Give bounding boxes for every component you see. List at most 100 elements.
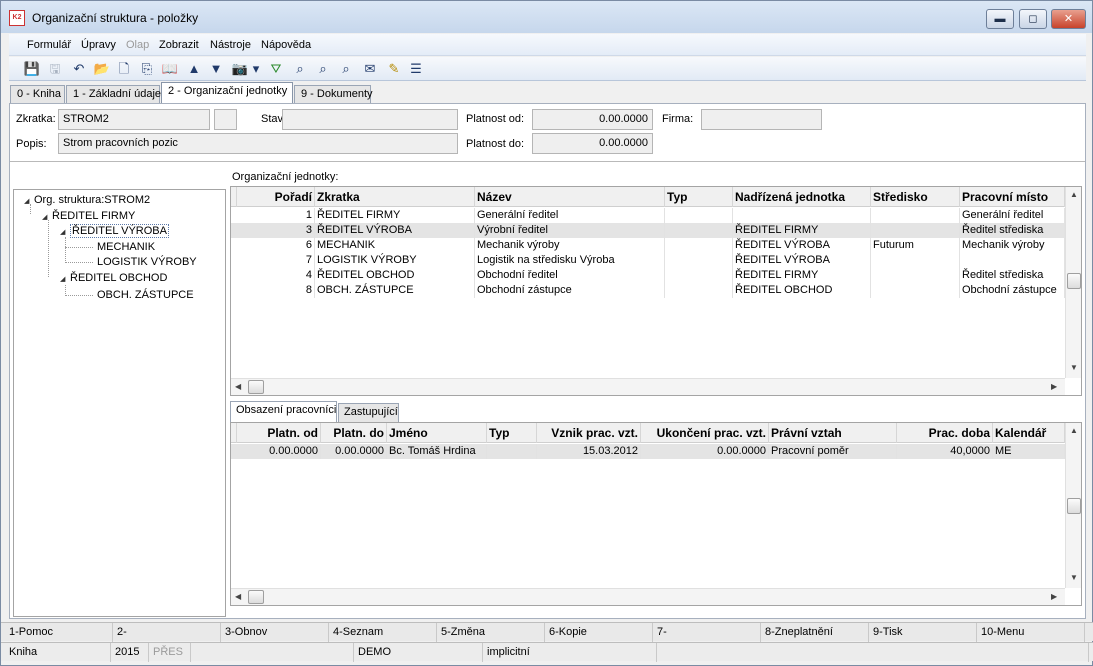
cell-typ[interactable] bbox=[487, 444, 537, 459]
cell-pracovni-misto[interactable]: Mechanik výroby bbox=[960, 238, 1065, 253]
minimize-button[interactable]: ▬ bbox=[986, 9, 1014, 29]
col-poradi[interactable]: Pořadí bbox=[237, 187, 315, 207]
fkey-3[interactable]: 3-Obnov bbox=[221, 623, 329, 642]
col-jmeno[interactable]: Jméno bbox=[387, 423, 487, 443]
cell-jmeno[interactable]: Bc. Tomáš Hrdina bbox=[387, 444, 487, 459]
cell-stredisko[interactable] bbox=[871, 208, 960, 223]
binoculars-next-icon[interactable]: ⌕ bbox=[314, 60, 332, 78]
fkey-8[interactable]: 8-Zneplatnění bbox=[761, 623, 869, 642]
col-prac-doba[interactable]: Prac. doba bbox=[897, 423, 993, 443]
col-zkratka[interactable]: Zkratka bbox=[315, 187, 475, 207]
cell-nazev[interactable]: Obchodní zástupce bbox=[475, 283, 665, 298]
cell-poradi[interactable]: 7 bbox=[237, 253, 315, 268]
cell-zkratka[interactable]: ŘEDITEL OBCHOD bbox=[315, 268, 475, 283]
cell-vznik[interactable]: 15.03.2012 bbox=[537, 444, 641, 459]
cell-stredisko[interactable] bbox=[871, 268, 960, 283]
cell-pravni-vztah[interactable]: Pracovní poměr bbox=[769, 444, 897, 459]
cell-typ[interactable] bbox=[665, 253, 733, 268]
cell-typ[interactable] bbox=[665, 223, 733, 238]
menu-icon[interactable]: ☰ bbox=[407, 60, 425, 78]
tree-node-reditel-vyroba[interactable]: ◢ ŘEDITEL VÝROBA bbox=[60, 224, 169, 238]
table-row[interactable]: 0.00.0000 0.00.0000 Bc. Tomáš Hrdina 15.03.… bbox=[231, 444, 1065, 459]
tree-node-reditel-obchod[interactable]: ◢ ŘEDITEL OBCHOD bbox=[60, 272, 167, 284]
fkey-4[interactable]: 4-Seznam bbox=[329, 623, 437, 642]
col-nadrizena-jednotka[interactable]: Nadřízená jednotka bbox=[733, 187, 871, 207]
col-platn-do[interactable]: Platn. do bbox=[321, 423, 387, 443]
expand-triangle-icon[interactable]: ◢ bbox=[24, 197, 34, 205]
cell-zkratka[interactable]: LOGISTIK VÝROBY bbox=[315, 253, 475, 268]
tree-node-reditel-firmy[interactable]: ◢ ŘEDITEL FIRMY bbox=[42, 210, 135, 222]
cell-zkratka[interactable]: OBCH. ZÁSTUPCE bbox=[315, 283, 475, 298]
table-row[interactable]: 7 LOGISTIK VÝROBY Logistik na středisku Vý… bbox=[231, 253, 1065, 268]
edit-icon[interactable]: ✎ bbox=[385, 60, 403, 78]
cell-nadrizena[interactable]: ŘEDITEL FIRMY bbox=[733, 268, 871, 283]
tab-organizacni-jednotky[interactable]: 2 - Organizační jednotky bbox=[161, 82, 293, 104]
cell-nadrizena[interactable]: ŘEDITEL FIRMY bbox=[733, 223, 871, 238]
table-row[interactable]: 1 ŘEDITEL FIRMY Generální ředitel Generální… bbox=[231, 208, 1065, 223]
col-ukonceni-prac-vzt[interactable]: Ukončení prac. vzt. bbox=[641, 423, 769, 443]
fkey-1[interactable]: 1-Pomoc bbox=[5, 623, 113, 642]
tab-zakladni-udaje[interactable]: 1 - Základní údaje bbox=[66, 85, 161, 104]
undo-icon[interactable]: ↶ bbox=[70, 60, 88, 78]
cell-kalendar[interactable]: ME bbox=[993, 444, 1065, 459]
col-typ[interactable]: Typ bbox=[487, 423, 537, 443]
cell-stredisko[interactable] bbox=[871, 253, 960, 268]
binoculars-icon[interactable]: ⌕ bbox=[291, 60, 309, 78]
cell-poradi[interactable]: 3 bbox=[237, 223, 315, 238]
title-bar[interactable]: K2 Organizační struktura - položky ▬ ◻ ✕ bbox=[1, 1, 1092, 33]
col-kalendar[interactable]: Kalendář bbox=[993, 423, 1065, 443]
expand-triangle-icon[interactable]: ◢ bbox=[42, 213, 52, 221]
cell-typ[interactable] bbox=[665, 238, 733, 253]
binoculars-prev-icon[interactable]: ⌕ bbox=[337, 60, 355, 78]
close-button[interactable]: ✕ bbox=[1051, 9, 1086, 29]
tree-node-root[interactable]: ◢ Org. struktura:STROM2 bbox=[24, 194, 150, 206]
cell-typ[interactable] bbox=[665, 283, 733, 298]
scroll-down-icon[interactable]: ▼ bbox=[1070, 573, 1078, 582]
camera-icon[interactable]: 📷 bbox=[231, 60, 249, 78]
table-row[interactable]: 4 ŘEDITEL OBCHOD Obchodní ředitel ŘEDITEL F… bbox=[231, 268, 1065, 283]
tree-node-obch-zastupce[interactable]: OBCH. ZÁSTUPCE bbox=[97, 289, 194, 301]
expand-triangle-icon[interactable]: ◢ bbox=[60, 228, 70, 236]
fkey-9[interactable]: 9-Tisk bbox=[869, 623, 977, 642]
fkey-5[interactable]: 5-Změna bbox=[437, 623, 545, 642]
tree-node-mechanik[interactable]: MECHANIK bbox=[97, 241, 155, 253]
cell-zkratka[interactable]: ŘEDITEL FIRMY bbox=[315, 208, 475, 223]
units-grid[interactable]: Pořadí Zkratka Název Typ Nadřízená jedno… bbox=[230, 186, 1082, 396]
col-nazev[interactable]: Název bbox=[475, 187, 665, 207]
cell-pracovni-misto[interactable]: Ředitel střediska bbox=[960, 268, 1065, 283]
units-vertical-scrollbar[interactable]: ▲ ▼ bbox=[1065, 187, 1081, 378]
tab-dokumenty[interactable]: 9 - Dokumenty bbox=[294, 85, 373, 104]
menu-zobrazit[interactable]: Zobrazit bbox=[159, 39, 199, 51]
fkey-6[interactable]: 6-Kopie bbox=[545, 623, 653, 642]
cell-platn-do[interactable]: 0.00.0000 bbox=[321, 444, 387, 459]
stav-field[interactable] bbox=[282, 109, 458, 130]
cell-stredisko[interactable] bbox=[871, 283, 960, 298]
expand-triangle-icon[interactable]: ◢ bbox=[60, 275, 70, 283]
cell-platn-od[interactable]: 0.00.0000 bbox=[237, 444, 321, 459]
filter-icon[interactable]: ⛛ bbox=[267, 60, 285, 78]
tab-obsazeni-pracovnici[interactable]: Obsazení pracovníci bbox=[230, 401, 337, 422]
units-horizontal-scrollbar[interactable]: ◀ ▶ bbox=[231, 378, 1065, 395]
scroll-left-icon[interactable]: ◀ bbox=[235, 592, 241, 601]
mail-icon[interactable]: ✉ bbox=[361, 60, 379, 78]
scroll-thumb[interactable] bbox=[248, 380, 264, 394]
scroll-thumb[interactable] bbox=[1067, 273, 1081, 289]
scroll-thumb[interactable] bbox=[1067, 498, 1081, 514]
platnost-od-field[interactable]: 0.00.0000 bbox=[532, 109, 653, 130]
save-icon[interactable]: 💾 bbox=[23, 60, 41, 78]
cell-nazev[interactable]: Obchodní ředitel bbox=[475, 268, 665, 283]
zkratka-extra-field[interactable] bbox=[214, 109, 237, 130]
cell-pracovni-misto[interactable]: Obchodní zástupce bbox=[960, 283, 1065, 298]
save-as-icon[interactable]: 🖫 bbox=[46, 60, 64, 78]
cell-pracovni-misto[interactable]: Generální ředitel bbox=[960, 208, 1065, 223]
cell-zkratka[interactable]: MECHANIK bbox=[315, 238, 475, 253]
scroll-up-icon[interactable]: ▲ bbox=[1070, 426, 1078, 435]
cell-nazev[interactable]: Mechanik výroby bbox=[475, 238, 665, 253]
tab-zastupujici[interactable]: Zastupující bbox=[338, 403, 399, 422]
cell-poradi[interactable]: 1 bbox=[237, 208, 315, 223]
cell-typ[interactable] bbox=[665, 268, 733, 283]
cell-pracovni-misto[interactable]: Ředitel střediska bbox=[960, 223, 1065, 238]
col-typ[interactable]: Typ bbox=[665, 187, 733, 207]
scroll-thumb[interactable] bbox=[248, 590, 264, 604]
copy-icon[interactable]: ⎘ bbox=[138, 60, 156, 78]
